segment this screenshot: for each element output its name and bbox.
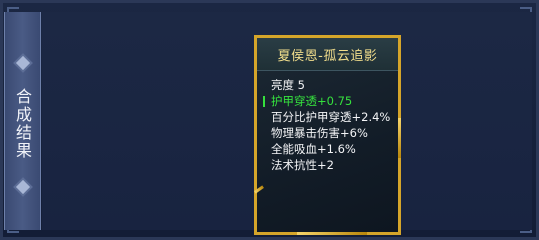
attribute-line: 物理暴击伤害+6% <box>271 126 368 140</box>
attribute-line: 亮度 5 <box>271 78 305 92</box>
gold-streak-ornament <box>297 232 367 235</box>
diamond-ornament-icon <box>15 55 30 71</box>
attribute-line: 全能吸血+1.6% <box>271 142 356 156</box>
item-result-card[interactable]: 夏侯恩-孤云追影 亮度 5 护甲穿透+0.75 百分比护甲穿透+2.4% 物理暴… <box>254 35 401 235</box>
attribute-line-highlighted: 护甲穿透+0.75 <box>263 93 395 109</box>
item-card-body: 亮度 5 护甲穿透+0.75 百分比护甲穿透+2.4% 物理暴击伤害+6% 全能… <box>257 71 398 232</box>
side-panel-title: 合成结果 <box>13 88 32 160</box>
item-name: 夏侯恩-孤云追影 <box>277 48 378 64</box>
attribute-line: 法术抗性+2 <box>271 158 334 172</box>
attribute-text: 护甲穿透+0.75 <box>271 94 353 108</box>
diamond-ornament-icon <box>15 179 30 195</box>
gold-streak-ornament <box>398 118 401 158</box>
attribute-list: 亮度 5 护甲穿透+0.75 百分比护甲穿透+2.4% 物理暴击伤害+6% 全能… <box>263 77 395 173</box>
side-label-panel: 合成结果 <box>4 12 41 230</box>
attribute-line: 百分比护甲穿透+2.4% <box>271 110 391 124</box>
highlight-marker-icon <box>263 96 265 107</box>
result-content-area: 夏侯恩-孤云追影 亮度 5 护甲穿透+0.75 百分比护甲穿透+2.4% 物理暴… <box>42 12 532 235</box>
item-card-header: 夏侯恩-孤云追影 <box>257 38 398 71</box>
